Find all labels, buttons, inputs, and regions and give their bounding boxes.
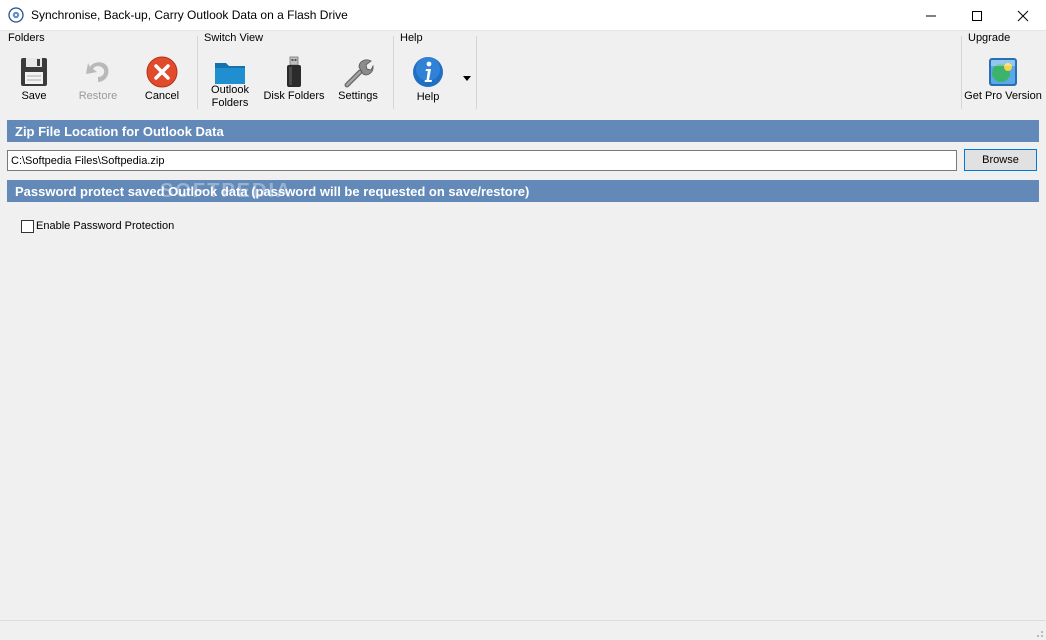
close-button[interactable] — [1000, 0, 1046, 31]
settings-button[interactable]: Settings — [334, 53, 382, 109]
cancel-x-icon — [145, 55, 179, 89]
maximize-icon — [972, 11, 982, 21]
outlook-folders-label-line2: Folders — [211, 97, 249, 109]
group-title-switch-view: Switch View — [204, 32, 264, 44]
close-icon — [1017, 10, 1029, 22]
zip-path-input[interactable] — [7, 150, 957, 171]
resize-grip-icon[interactable] — [1032, 626, 1044, 638]
settings-label: Settings — [338, 90, 378, 102]
group-title-help: Help — [400, 32, 423, 44]
status-bar — [0, 620, 1046, 640]
restore-button[interactable]: Restore — [74, 53, 122, 109]
cancel-label: Cancel — [144, 90, 180, 102]
save-label: Save — [21, 90, 47, 102]
outlook-folders-button[interactable]: Outlook Folders — [206, 53, 254, 109]
restore-label: Restore — [78, 90, 118, 102]
save-button[interactable]: Save — [13, 53, 55, 109]
get-pro-version-button[interactable]: Get Pro Version — [964, 53, 1042, 109]
group-title-upgrade: Upgrade — [968, 32, 1011, 44]
browse-button[interactable]: Browse — [964, 149, 1037, 171]
wrench-icon — [341, 55, 375, 89]
cancel-button[interactable]: Cancel — [140, 53, 184, 109]
ribbon-toolbar: Folders Save Restore Cancel Switch View … — [0, 31, 1046, 111]
maximize-button[interactable] — [954, 0, 1000, 31]
floppy-disk-icon — [17, 55, 51, 89]
disk-folders-button[interactable]: Disk Folders — [262, 53, 326, 109]
ribbon-group-upgrade: Upgrade Get Pro Version — [962, 31, 1044, 111]
ribbon-separator — [476, 36, 477, 109]
ribbon-group-switch-view: Switch View Outlook Folders Disk Folders… — [198, 31, 394, 111]
minimize-icon — [926, 15, 936, 17]
backup-disc-icon[interactable] — [8, 7, 24, 23]
enable-password-label[interactable]: Enable Password Protection — [36, 220, 174, 232]
outlook-folders-label-line1: Outlook — [211, 84, 249, 96]
help-label: Help — [416, 91, 440, 103]
window-title: Synchronise, Back-up, Carry Outlook Data… — [31, 8, 348, 22]
restore-arrow-icon — [81, 55, 115, 89]
pro-upgrade-icon — [986, 55, 1020, 89]
info-icon — [411, 55, 445, 89]
help-button[interactable]: Help — [406, 53, 450, 109]
ribbon-group-help: Help Help — [394, 31, 477, 111]
help-dropdown-arrow-icon[interactable] — [462, 76, 472, 82]
usb-drive-icon — [277, 55, 311, 89]
zip-location-header: Zip File Location for Outlook Data — [7, 120, 1039, 142]
get-pro-version-label: Get Pro Version — [964, 90, 1042, 102]
enable-password-checkbox[interactable] — [21, 220, 34, 233]
ribbon-group-folders: Folders Save Restore Cancel — [0, 31, 197, 111]
watermark: SOFTPEDIA — [160, 180, 293, 202]
disk-folders-label: Disk Folders — [263, 90, 325, 102]
minimize-button[interactable] — [908, 0, 954, 31]
group-title-folders: Folders — [8, 32, 45, 44]
title-bar: Synchronise, Back-up, Carry Outlook Data… — [0, 0, 1046, 31]
